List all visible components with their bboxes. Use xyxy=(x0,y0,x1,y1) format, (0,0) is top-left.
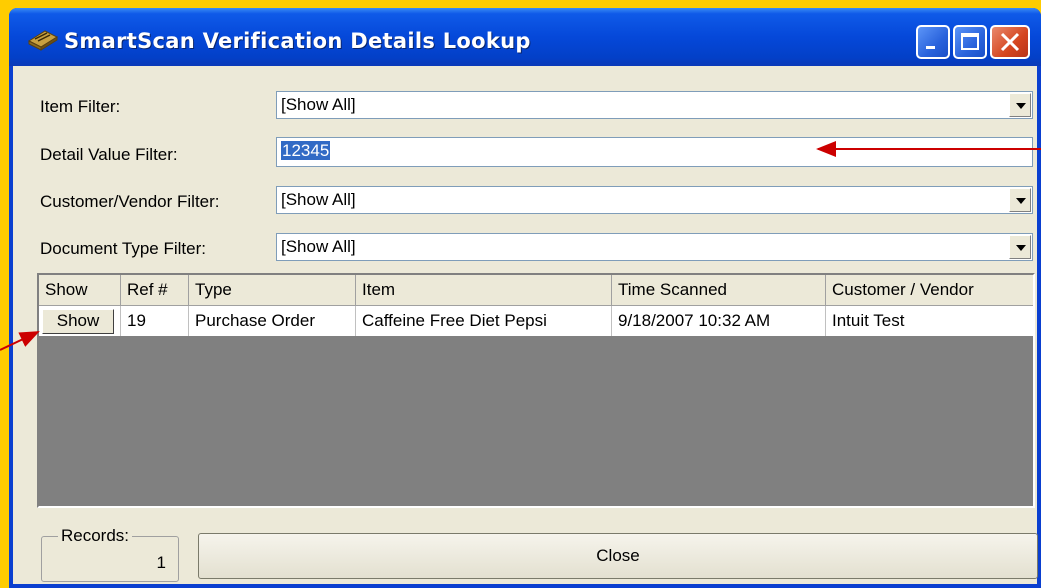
annotation-arrows xyxy=(0,141,1041,351)
show-button-arrow xyxy=(0,331,40,351)
